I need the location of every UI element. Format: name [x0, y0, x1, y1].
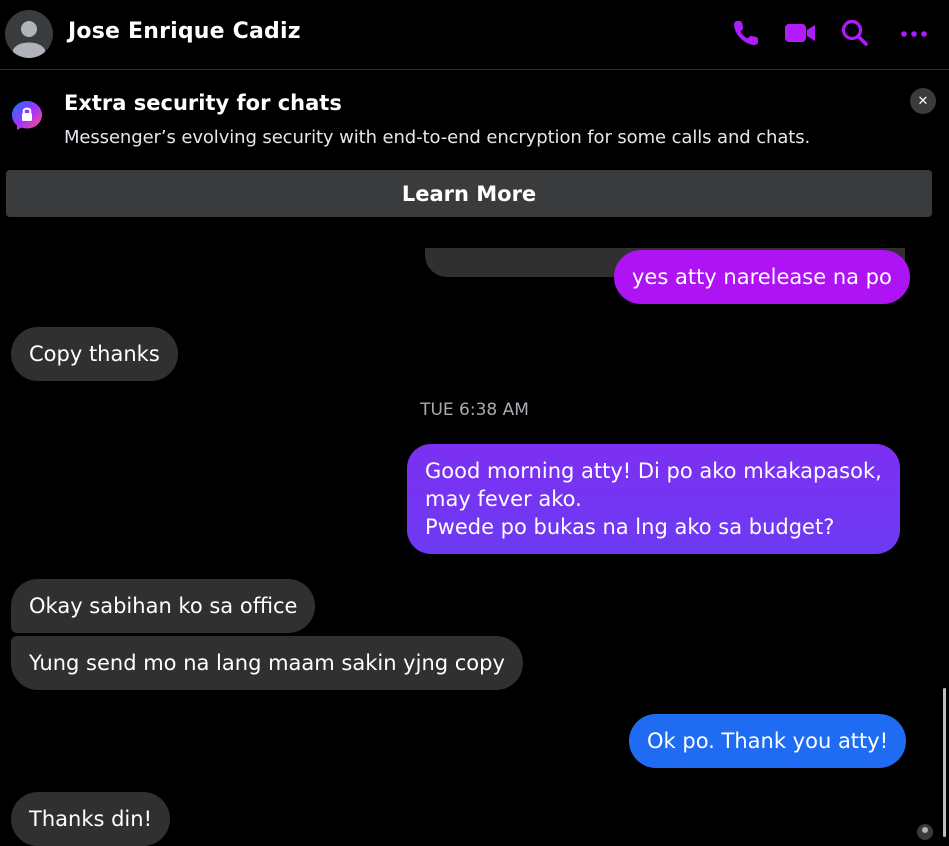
- message-bubble-outgoing[interactable]: Good morning atty! Di po ako mkakapasok,…: [407, 444, 900, 554]
- learn-more-button[interactable]: Learn More: [6, 170, 932, 217]
- phone-icon[interactable]: [731, 18, 761, 48]
- message-timestamp: TUE 6:38 AM: [420, 400, 529, 420]
- chat-header: Jose Enrique Cadiz: [0, 0, 949, 70]
- banner-text: Messenger’s evolving security with end-t…: [64, 127, 811, 148]
- message-bubble-outgoing[interactable]: yes atty narelease na po: [614, 250, 910, 304]
- contact-name[interactable]: Jose Enrique Cadiz: [68, 19, 301, 44]
- message-text: Copy thanks: [29, 342, 160, 366]
- more-icon[interactable]: [899, 18, 929, 48]
- message-text-line: Pwede po bukas na lng ako sa budget?: [425, 515, 835, 539]
- message-text-line: Good morning atty! Di po ako mkakapasok,: [425, 459, 882, 483]
- message-text: Thanks din!: [29, 807, 152, 831]
- message-bubble-incoming[interactable]: Thanks din!: [11, 792, 170, 846]
- message-bubble-incoming[interactable]: Okay sabihan ko sa office: [11, 579, 316, 633]
- seen-avatar-icon: [917, 824, 933, 840]
- messenger-shield-icon: [10, 99, 44, 133]
- default-avatar-icon: [5, 10, 53, 58]
- close-icon: ✕: [917, 93, 929, 109]
- message-text: yes atty narelease na po: [632, 265, 892, 289]
- message-bubble-incoming[interactable]: Yung send mo na lang maam sakin yjng cop…: [11, 636, 523, 690]
- search-icon[interactable]: [840, 18, 870, 48]
- close-banner-button[interactable]: ✕: [910, 88, 936, 114]
- video-icon[interactable]: [783, 18, 817, 48]
- message-text: Yung send mo na lang maam sakin yjng cop…: [29, 651, 505, 675]
- message-bubble-incoming[interactable]: Copy thanks: [11, 327, 178, 381]
- message-text-line: may fever ako.: [425, 487, 582, 511]
- banner-title: Extra security for chats: [64, 91, 342, 115]
- message-text: Ok po. Thank you atty!: [647, 729, 889, 753]
- message-text: Okay sabihan ko sa office: [29, 594, 298, 618]
- message-bubble-outgoing[interactable]: Ok po. Thank you atty!: [629, 714, 907, 768]
- scrollbar[interactable]: [943, 688, 946, 837]
- avatar[interactable]: [5, 10, 53, 58]
